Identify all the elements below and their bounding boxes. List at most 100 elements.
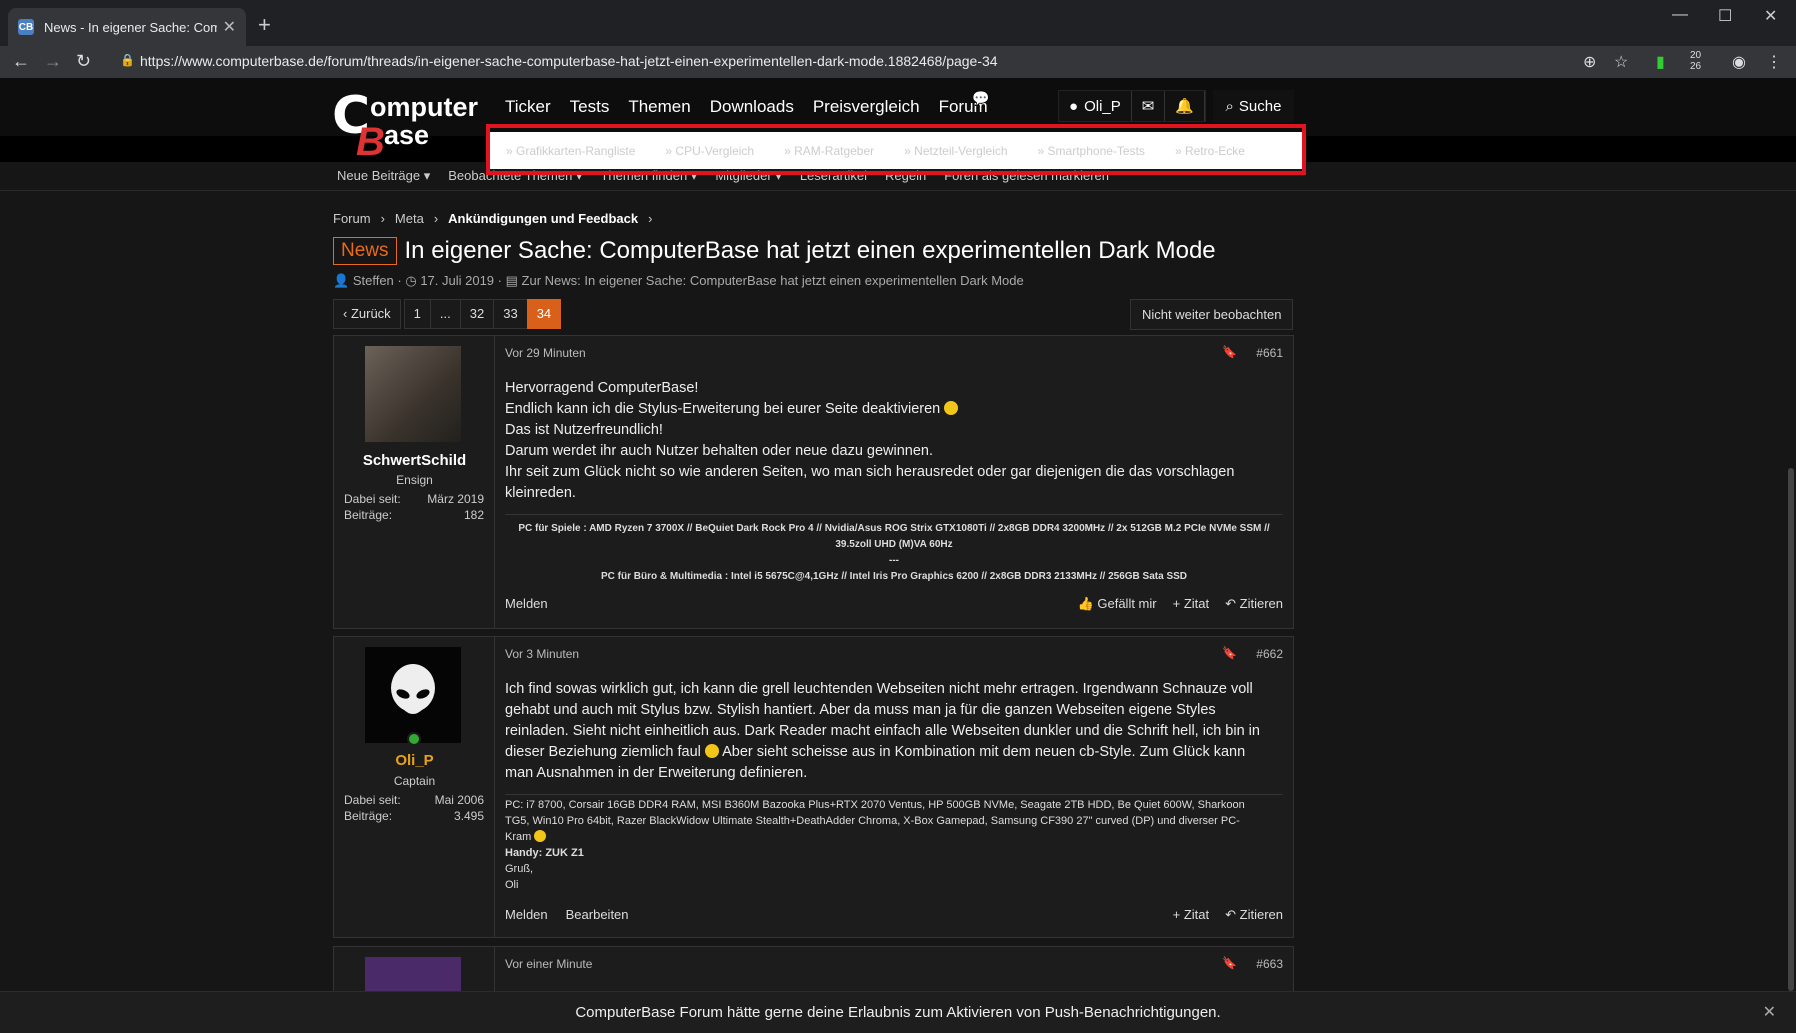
bookmark-icon[interactable]: 🔖 [1222,956,1237,970]
post-time[interactable]: Vor 3 Minuten [505,647,579,661]
breadcrumb-forum[interactable]: Forum [333,211,371,226]
pager-page-32[interactable]: 32 [459,299,495,329]
report-link[interactable]: Melden [505,907,548,922]
back-icon[interactable]: ← [12,51,30,72]
message-line: reinladen. Sieht nicht einheitlich aus. … [505,723,1260,739]
message-line: Hervorragend ComputerBase! [505,380,699,396]
quote-add-button[interactable]: + Zitat [1173,596,1210,612]
new-tab-icon[interactable]: + [258,12,271,38]
bookmark-star-icon[interactable]: ☆ [1614,52,1628,72]
install-icon[interactable]: ⊕ [1583,52,1596,72]
browser-tab[interactable]: CB News - In eigener Sache: Compu ✕ [8,8,246,46]
clock-icon: ◷ [405,273,417,288]
user-posts: Beiträge: 182 [344,508,484,522]
pager-page-34[interactable]: 34 [526,299,562,329]
pager-page-33[interactable]: 33 [493,299,528,329]
extension-counter-badge[interactable]: 20 26 [1690,50,1701,72]
forward-icon[interactable]: → [44,51,62,72]
user-joined: Dabei seit: Mai 2006 [344,793,484,807]
post-662: Oli_P Captain Dabei seit: Mai 2006 Beiträ… [333,636,1294,938]
signature-line: Handy: ZUK Z1 [505,847,584,859]
signature-line: PC für Büro & Multimedia : Intel i5 5675… [600,571,1188,582]
report-link[interactable]: Melden [505,596,548,611]
username[interactable]: Oli_P [334,752,495,769]
tab-title: News - In eigener Sache: Compu [44,19,217,35]
scrollbar-thumb[interactable] [1788,468,1794,991]
bookmark-icon[interactable]: 🔖 [1222,646,1237,660]
breadcrumb-meta[interactable]: Meta [395,211,424,226]
post-header: Vor 29 Minuten 🔖 #661 [505,345,1283,360]
signature-line: 39.5zoll UHD (M)VA 60Hz [835,539,953,550]
bell-icon[interactable]: 🔔 [1165,91,1206,121]
avatar[interactable] [365,647,461,743]
unwatch-button[interactable]: Nicht weiter beobachten [1130,299,1294,330]
quote-add-button[interactable]: + Zitat [1173,907,1210,923]
online-status-icon [407,732,421,746]
user-rank: Captain [393,774,436,788]
alien-avatar-icon [391,664,435,714]
window-close-icon[interactable]: ✕ [1764,6,1777,26]
signature: PC für Spiele : AMD Ryzen 7 3700X // BeQ… [505,521,1283,585]
menu-dots-icon[interactable]: ⋮ [1766,52,1782,72]
signature-line: Gruß, [505,863,534,875]
reply-quote-button[interactable]: ↶ Zitieren [1225,907,1283,923]
mail-icon[interactable]: ✉ [1132,91,1166,121]
profile-icon[interactable]: ◉ [1732,52,1746,72]
breadcrumb-ankuendigungen[interactable]: Ankündigungen und Feedback [448,211,638,226]
signature-line: --- [889,555,899,566]
thread-date[interactable]: 17. Juli 2019 [420,273,494,288]
pager-page-1[interactable]: 1 [403,299,431,329]
username[interactable]: SchwertSchild [334,452,495,469]
post-time[interactable]: Vor 29 Minuten [505,346,586,360]
post-number[interactable]: #661 [1256,346,1283,360]
user-name: Oli_P [1084,97,1121,115]
reply-quote-button[interactable]: ↶ Zitieren [1225,596,1283,612]
nav-preisvergleich[interactable]: Preisvergleich [813,97,920,117]
maximize-icon[interactable]: ☐ [1718,6,1732,26]
post-number[interactable]: #662 [1256,647,1283,661]
post-number[interactable]: #663 [1256,957,1283,971]
post-time[interactable]: Vor einer Minute [505,957,592,971]
signature-divider [505,514,1283,515]
signature-line: Oli [505,879,519,891]
tab-close-icon[interactable]: ✕ [223,17,236,37]
url-field[interactable]: https://www.computerbase.de/forum/thread… [140,53,998,69]
message-line: dieser Beziehung ziemlich faul Aber sieh… [505,744,1246,760]
like-button[interactable]: 👍 Gefällt mir [1078,596,1157,612]
news-link[interactable]: Zur News: In eigener Sache: ComputerBase… [522,273,1024,288]
push-notification-bar: ComputerBase Forum hätte gerne deine Erl… [0,991,1796,1033]
edit-link[interactable]: Bearbeiten [566,907,629,922]
forum-chat-icon: 💬 [972,90,990,106]
bookmark-icon[interactable]: 🔖 [1222,345,1237,359]
message-line: Endlich kann ich die Stylus-Erweiterung … [505,399,1283,420]
chevron-right-icon: › [648,211,653,226]
highlight-frame [486,124,1306,175]
pager-prev[interactable]: ‹ Zurück [333,299,401,329]
computerbase-logo[interactable]: C omputer B ase [332,86,482,164]
reload-icon[interactable]: ↻ [76,51,91,72]
thread-title-row: News In eigener Sache: ComputerBase hat … [333,237,1216,265]
signature: PC: i7 8700, Corsair 16GB DDR4 RAM, MSI … [505,797,1283,893]
close-icon[interactable]: ✕ [1763,992,1776,1033]
alien-icon: ● [1069,97,1079,115]
posts-label: Beiträge: [344,508,393,522]
minimize-icon[interactable]: — [1672,6,1688,24]
search-button[interactable]: ⌕ Suche [1213,90,1294,122]
thread-author[interactable]: Steffen [353,273,394,288]
user-account-button[interactable]: ● Oli_P [1059,91,1132,121]
nav-themen[interactable]: Themen [628,97,690,117]
extension-green-icon[interactable]: ▮ [1656,52,1665,72]
nav-downloads[interactable]: Downloads [710,97,794,117]
subnav-neue-beitraege[interactable]: Neue Beiträge ▾ [337,168,430,184]
nav-ticker[interactable]: Ticker [505,97,551,117]
joined-value: März 2019 [427,492,484,506]
post-message: Ich find sowas wirklich gut, ich kann di… [505,679,1283,784]
signature-line: PC für Spiele : AMD Ryzen 7 3700X // BeQ… [518,523,1270,534]
browser-tabbar: CB News - In eigener Sache: Compu ✕ + — … [0,0,1796,46]
signature-divider [505,794,1283,795]
user-box: ● Oli_P ✉ 🔔 [1058,90,1207,122]
avatar[interactable] [365,346,461,442]
joined-value: Mai 2006 [434,793,484,807]
nav-tests[interactable]: Tests [570,97,610,117]
pager-ellipsis[interactable]: ... [429,299,461,329]
